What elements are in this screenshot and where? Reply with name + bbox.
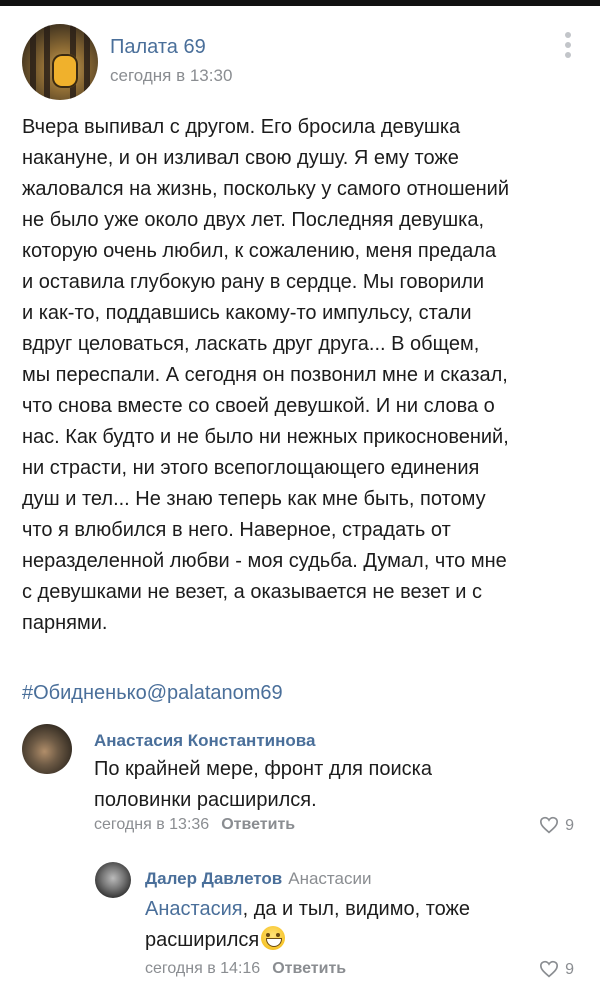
comment-reply: Далер Давлетов Анастасии Анастасия, да и … (95, 862, 582, 992)
hand-icon (52, 54, 78, 88)
comment-author[interactable]: Анастасия Константинова (94, 731, 315, 751)
comment-time: сегодня в 13:36 (94, 816, 210, 833)
heart-icon (540, 816, 559, 834)
grinning-face-icon (261, 926, 286, 950)
post-time: сегодня в 13:30 (110, 66, 233, 85)
post-text: Вчера выпивал с другом. Его бросила деву… (22, 116, 510, 634)
like-count: 9 (565, 961, 574, 978)
reply-button[interactable]: Ответить (221, 816, 295, 833)
more-options-icon[interactable] (564, 32, 572, 58)
commenter-avatar[interactable] (22, 724, 72, 774)
hashtag-link[interactable]: #Обидненько@palatanom69 (22, 682, 283, 705)
comment-author-line: Далер Давлетов Анастасии (145, 869, 371, 889)
like-button[interactable]: 9 (539, 816, 574, 835)
comment-meta: сегодня в 14:16 Ответить (145, 960, 346, 978)
post-author[interactable]: Палата 69 (110, 36, 206, 59)
like-count: 9 (565, 817, 574, 834)
comment: Анастасия Константинова По крайней мере,… (22, 724, 582, 844)
reply-button[interactable]: Ответить (272, 960, 346, 977)
comment-time: сегодня в 14:16 (145, 960, 261, 977)
heart-icon (540, 960, 559, 978)
post-header: Палата 69 сегодня в 13:30 (22, 24, 582, 104)
reply-to-label[interactable]: Анастасии (288, 869, 371, 888)
status-bar (0, 0, 600, 6)
comment-text: По крайней мере, фронт для поиска полови… (94, 758, 432, 811)
community-avatar[interactable] (22, 24, 98, 100)
comment-text: Анастасия, да и тыл, видимо, тоже расшир… (145, 894, 525, 956)
comment-author[interactable]: Далер Давлетов (145, 869, 282, 888)
mention-link[interactable]: Анастасия (145, 898, 243, 920)
comment-meta: сегодня в 13:36 Ответить (94, 816, 295, 834)
like-button[interactable]: 9 (539, 960, 574, 979)
commenter-avatar[interactable] (95, 862, 131, 898)
